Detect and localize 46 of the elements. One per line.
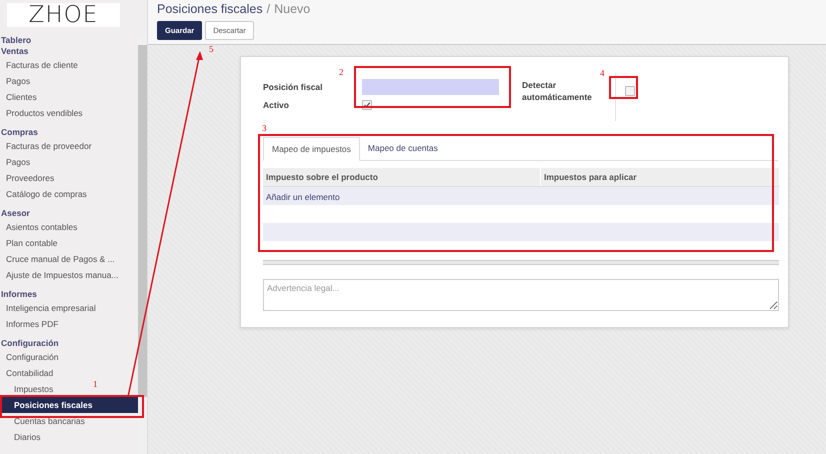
menu-section-title[interactable]: Ventas	[0, 46, 138, 57]
annotation-number: 5	[209, 44, 214, 54]
menu-item[interactable]: Informes PDF	[6, 316, 58, 332]
menu-item[interactable]: Facturas de proveedor	[6, 138, 92, 154]
menu-item[interactable]: Configuración	[6, 349, 58, 365]
highlight-frame	[609, 76, 638, 99]
menu-item[interactable]: Inteligencia empresarial	[6, 300, 96, 316]
menu-item[interactable]: Ajuste de Impuestos manua...	[6, 267, 118, 283]
menu-item[interactable]: Impuestos	[14, 381, 54, 397]
menu-item[interactable]: Facturas de cliente	[6, 57, 78, 73]
menu-item[interactable]: Asientos contables	[6, 219, 78, 235]
annotation-number: 2	[339, 67, 344, 77]
input-field[interactable]	[362, 79, 499, 95]
tab[interactable]: Mapeo de cuentas	[360, 137, 446, 160]
menu-item[interactable]: Diarios	[14, 429, 40, 445]
field-label: Posición fiscal	[263, 82, 324, 92]
menu-section-title[interactable]: Informes	[0, 289, 138, 300]
menu-section-title[interactable]: Tablero	[0, 35, 138, 46]
checkbox[interactable]	[625, 86, 635, 96]
annotation-number: 3	[262, 123, 266, 133]
column-header[interactable]: Impuestos para aplicar	[541, 168, 637, 186]
add-item-link[interactable]: Añadir un elemento	[263, 192, 340, 202]
menu-item[interactable]: Catálogo de compras	[6, 186, 87, 202]
menu-section-title[interactable]: Compras	[0, 127, 138, 138]
menu-item[interactable]: Productos vendibles	[6, 105, 83, 121]
menu-item[interactable]: Posiciones fiscales	[0, 397, 138, 413]
column-header[interactable]: Impuesto sobre el producto	[263, 168, 541, 186]
logo: ZHOE	[7, 3, 120, 27]
menu-item[interactable]: Contabilidad	[6, 365, 54, 381]
breadcrumb-current: Nuevo	[274, 2, 310, 16]
field-label: Activo	[263, 100, 290, 110]
menu-item[interactable]: Cuentas bancarias	[14, 413, 85, 429]
menu-item[interactable]: Cruce manual de Pagos & ...	[6, 251, 115, 267]
menu-section-title[interactable]: Configuración	[0, 338, 138, 349]
annotation-number: 1	[93, 379, 98, 389]
breadcrumb-separator: /	[266, 2, 270, 16]
menu-item[interactable]: Pagos	[6, 73, 30, 89]
menu-section-title[interactable]: Asesor	[0, 208, 138, 219]
menu-item[interactable]: Clientes	[6, 89, 37, 105]
menu-item[interactable]: Plan contable	[6, 235, 58, 251]
menu-item[interactable]: Pagos	[6, 154, 30, 170]
breadcrumb-link[interactable]: Posiciones fiscales	[157, 2, 263, 16]
menu-item[interactable]: Proveedores	[6, 170, 54, 186]
tab[interactable]: Mapeo de impuestos	[263, 137, 360, 161]
annotation-number: 4	[600, 68, 604, 78]
text-area[interactable]: Advertencia legal...	[263, 279, 779, 311]
